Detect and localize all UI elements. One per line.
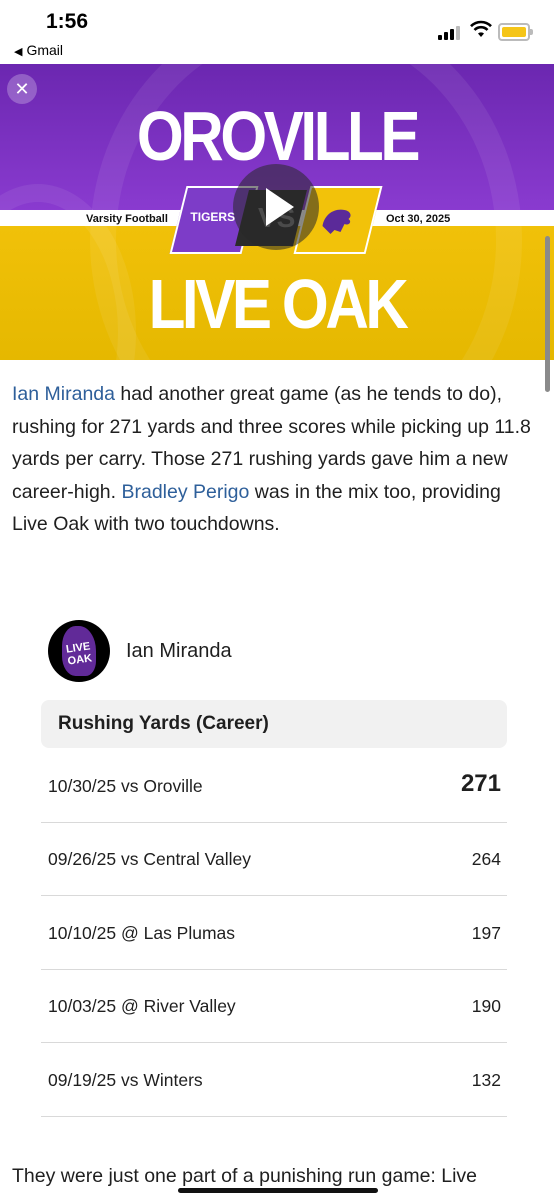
avatar-text: LIVE OAK xyxy=(65,640,93,668)
yards-value: 264 xyxy=(471,849,501,869)
play-video-button[interactable] xyxy=(233,164,319,250)
article-paragraph: Ian Miranda had another great game (as h… xyxy=(12,378,538,541)
table-row: 10/30/25 vs Oroville 271 xyxy=(41,750,507,823)
clock: 1:56 xyxy=(46,10,89,33)
game-label: 09/19/25 vs Winters xyxy=(48,1070,203,1090)
back-arrow-icon: ◀ xyxy=(14,46,23,58)
play-icon xyxy=(266,188,294,226)
table-row: 09/26/25 vs Central Valley 264 xyxy=(41,823,507,896)
back-app-label: Gmail xyxy=(26,42,64,58)
avatar: LIVE OAK xyxy=(48,620,110,682)
home-logo-text: TIGERS xyxy=(190,210,236,224)
sport-label: Varsity Football xyxy=(86,213,168,225)
stat-table-header: Rushing Yards (Career) xyxy=(41,700,507,748)
table-row: 10/10/25 @ Las Plumas 197 xyxy=(41,897,507,970)
home-indicator[interactable] xyxy=(178,1188,378,1193)
yards-value: 197 xyxy=(471,923,501,943)
battery-icon xyxy=(498,23,533,41)
yards-value: 132 xyxy=(471,1070,501,1090)
status-bar: 1:56 ◀ Gmail xyxy=(0,0,554,64)
player-link-ian-miranda[interactable]: Ian Miranda xyxy=(12,383,115,405)
cellular-signal-icon xyxy=(438,24,464,40)
scrollbar[interactable] xyxy=(545,236,550,392)
game-label: 10/03/25 @ River Valley xyxy=(48,996,236,1016)
table-row: 10/03/25 @ River Valley 190 xyxy=(41,970,507,1043)
stat-title: Rushing Yards (Career) xyxy=(58,713,269,734)
yards-value: 190 xyxy=(471,996,501,1016)
game-date: Oct 30, 2025 xyxy=(386,213,451,225)
back-to-gmail-link[interactable]: ◀ Gmail xyxy=(14,42,63,58)
game-label: 10/30/25 vs Oroville xyxy=(48,776,203,796)
away-team-name: LIVE OAK xyxy=(148,265,409,343)
game-label: 10/10/25 @ Las Plumas xyxy=(48,923,236,943)
player-name: Ian Miranda xyxy=(126,640,232,662)
wifi-icon xyxy=(470,20,492,37)
yards-value: 271 xyxy=(460,770,501,797)
close-icon[interactable]: ✕ xyxy=(7,74,37,104)
game-banner[interactable]: OROVILLE LIVE OAK Varsity Football Oct 3… xyxy=(0,64,554,360)
game-label: 09/26/25 vs Central Valley xyxy=(48,849,251,869)
player-link-bradley-perigo[interactable]: Bradley Perigo xyxy=(121,481,249,503)
table-row: 09/19/25 vs Winters 132 xyxy=(41,1044,507,1117)
